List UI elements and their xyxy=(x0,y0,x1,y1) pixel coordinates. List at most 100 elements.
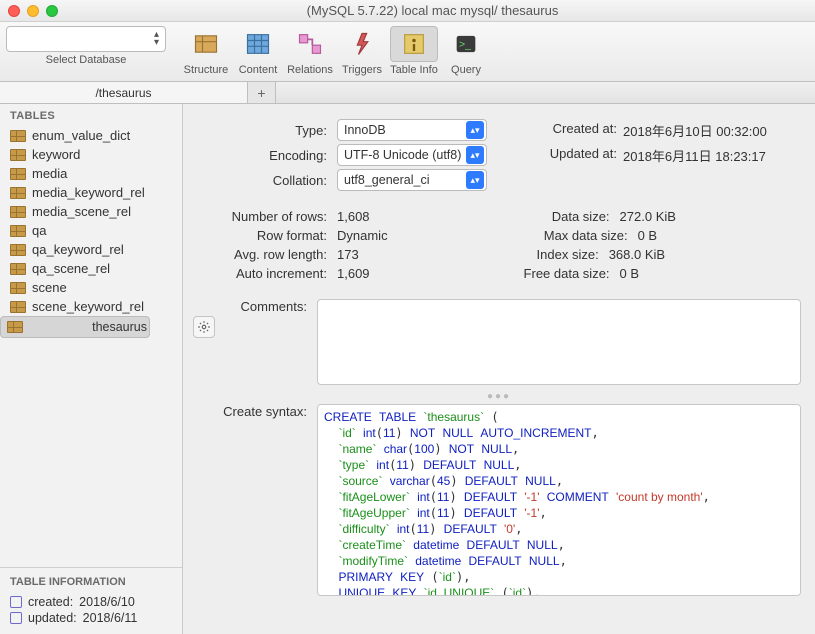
collation-value: utf8_general_ci xyxy=(344,173,429,187)
relations-icon xyxy=(296,30,324,58)
window-title: (MySQL 5.7.22) local mac mysql/ thesauru… xyxy=(58,3,807,18)
table-row-qa_keyword_rel[interactable]: qa_keyword_rel xyxy=(0,240,182,259)
table-icon xyxy=(10,168,26,180)
format-label: Row format: xyxy=(197,228,337,243)
table-info-label: Table Info xyxy=(390,64,438,76)
gear-icon xyxy=(197,320,211,334)
info-updated-value: 2018/6/11 xyxy=(83,611,138,625)
type-label: Type: xyxy=(197,123,337,138)
table-icon xyxy=(10,187,26,199)
indexsize-value: 368.0 KiB xyxy=(609,247,665,262)
info-updated-label: updated: xyxy=(28,611,77,625)
table-icon xyxy=(10,130,26,142)
table-row-media[interactable]: media xyxy=(0,164,182,183)
triggers-button[interactable] xyxy=(338,26,386,62)
query-button[interactable]: >_ xyxy=(442,26,490,62)
table-row-keyword[interactable]: keyword xyxy=(0,145,182,164)
info-created-value: 2018/6/10 xyxy=(79,595,135,609)
comments-label: Comments: xyxy=(197,299,317,385)
minimize-window-button[interactable] xyxy=(27,5,39,17)
collation-select[interactable]: utf8_general_ci ▴▾ xyxy=(337,169,487,191)
svg-text:>_: >_ xyxy=(459,39,471,51)
table-name: enum_value_dict xyxy=(32,128,130,143)
content-button[interactable] xyxy=(234,26,282,62)
table-row-scene[interactable]: scene xyxy=(0,278,182,297)
query-label: Query xyxy=(451,64,481,76)
table-name: qa_keyword_rel xyxy=(32,242,124,257)
chevron-updown-icon: ▴▾ xyxy=(154,31,159,47)
autoinc-value: 1,609 xyxy=(337,266,370,281)
table-row-qa[interactable]: qa xyxy=(0,221,182,240)
table-icon xyxy=(10,149,26,161)
table-info-icon xyxy=(400,30,428,58)
table-name: thesaurus xyxy=(92,320,147,334)
drag-handle-icon[interactable]: ●●● xyxy=(197,391,801,402)
sidebar: TABLES enum_value_dictkeywordmediamedia_… xyxy=(0,104,183,634)
table-name: media_scene_rel xyxy=(32,204,131,219)
add-tab-button[interactable]: + xyxy=(248,82,276,103)
table-name: scene xyxy=(32,280,67,295)
table-row-media_keyword_rel[interactable]: media_keyword_rel xyxy=(0,183,182,202)
gear-button[interactable] xyxy=(193,316,215,338)
triggers-icon xyxy=(348,30,376,58)
info-created-row: created: 2018/6/10 xyxy=(10,594,172,610)
clock-icon xyxy=(10,612,22,624)
content-label: Content xyxy=(239,64,278,76)
zoom-window-button[interactable] xyxy=(46,5,58,17)
table-row-scene_keyword_rel[interactable]: scene_keyword_rel xyxy=(0,297,182,316)
info-created-label: created: xyxy=(28,595,73,609)
table-row-qa_scene_rel[interactable]: qa_scene_rel xyxy=(0,259,182,278)
updated-at-label: Updated at: xyxy=(527,146,617,165)
table-icon xyxy=(10,301,26,313)
table-row-thesaurus[interactable]: thesaurus xyxy=(0,316,150,338)
relations-button[interactable] xyxy=(286,26,334,62)
type-select[interactable]: InnoDB ▴▾ xyxy=(337,119,487,141)
toolbar: ▴▾ Select Database Structure Content Rel… xyxy=(0,22,815,82)
avglen-label: Avg. row length: xyxy=(197,247,337,262)
table-name: qa xyxy=(32,223,46,238)
relations-label: Relations xyxy=(287,64,333,76)
datasize-label: Data size: xyxy=(370,209,620,224)
maxdata-value: 0 B xyxy=(638,228,658,243)
window-titlebar: (MySQL 5.7.22) local mac mysql/ thesauru… xyxy=(0,0,815,22)
created-at-label: Created at: xyxy=(527,121,617,140)
tables-list[interactable]: enum_value_dictkeyword media media_keyword… xyxy=(0,126,182,567)
tab-label: /thesaurus xyxy=(95,86,151,100)
freedata-label: Free data size: xyxy=(370,266,620,281)
structure-icon xyxy=(192,30,220,58)
table-row-media_scene_rel[interactable]: media_scene_rel xyxy=(0,202,182,221)
table-name: scene_keyword_rel xyxy=(32,299,144,314)
database-popup[interactable]: ▴▾ xyxy=(6,26,166,52)
table-row-enum_value_dict[interactable]: enum_value_dict xyxy=(0,126,182,145)
info-updated-row: updated: 2018/6/11 xyxy=(10,610,172,626)
table-icon xyxy=(10,206,26,218)
database-popup-label: Select Database xyxy=(46,54,127,66)
clock-icon xyxy=(10,596,22,608)
table-name: qa_scene_rel xyxy=(32,261,110,276)
comments-textarea[interactable] xyxy=(317,299,801,385)
close-window-button[interactable] xyxy=(8,5,20,17)
traffic-lights xyxy=(8,5,58,17)
encoding-value: UTF-8 Unicode (utf8) xyxy=(344,148,461,162)
freedata-value: 0 B xyxy=(620,266,640,281)
triggers-label: Triggers xyxy=(342,64,382,76)
maxdata-label: Max data size: xyxy=(388,228,638,243)
table-name: keyword xyxy=(32,147,80,162)
table-icon xyxy=(10,225,26,237)
structure-button[interactable] xyxy=(182,26,230,62)
create-syntax-label: Create syntax: xyxy=(197,404,317,596)
table-info-button[interactable] xyxy=(390,26,438,62)
tab-thesaurus[interactable]: /thesaurus xyxy=(0,82,248,103)
create-syntax-box[interactable]: CREATE TABLE `thesaurus` ( `id` int(11) … xyxy=(317,404,801,596)
encoding-select[interactable]: UTF-8 Unicode (utf8) ▴▾ xyxy=(337,144,487,166)
collation-label: Collation: xyxy=(197,173,337,188)
chevron-updown-icon: ▴▾ xyxy=(466,121,484,139)
table-icon xyxy=(10,244,26,256)
main-pane: Type: InnoDB ▴▾ Created at: 2018年6月10日 0… xyxy=(183,104,815,634)
autoinc-label: Auto increment: xyxy=(197,266,337,281)
table-name: media xyxy=(32,166,67,181)
chevron-updown-icon: ▴▾ xyxy=(466,146,484,164)
created-at-value: 2018年6月10日 00:32:00 xyxy=(623,121,767,140)
table-name: media_keyword_rel xyxy=(32,185,145,200)
tab-bar: /thesaurus + xyxy=(0,82,815,104)
